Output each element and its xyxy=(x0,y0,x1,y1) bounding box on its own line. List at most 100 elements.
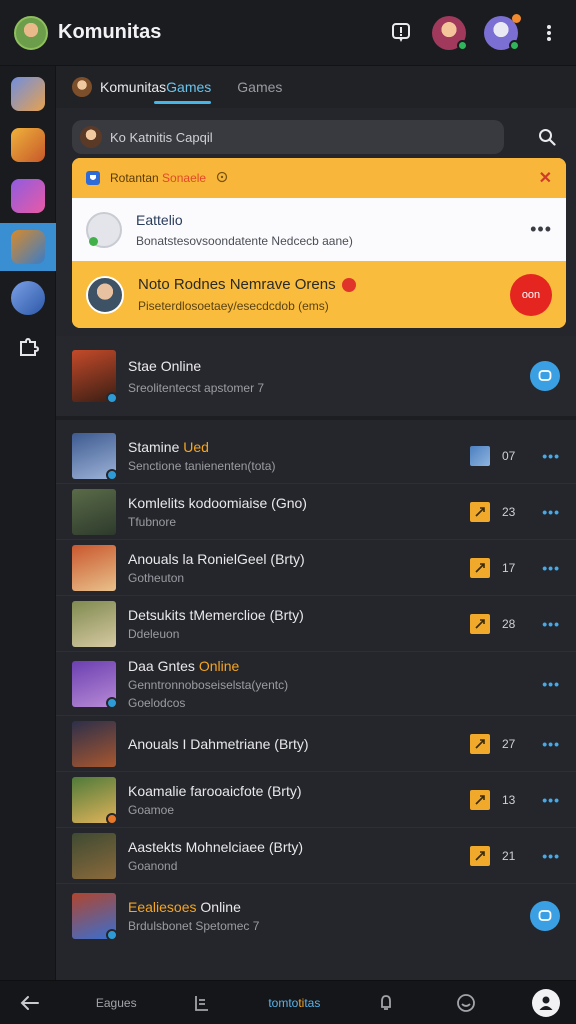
nav-item-komunitas[interactable]: tomto ti tas xyxy=(268,987,320,1019)
rail-item-game-2[interactable] xyxy=(0,121,56,169)
list-item-text: Aastekts Mohnelciaee (Brty) Goanond xyxy=(128,839,303,873)
star-icon xyxy=(470,501,490,522)
notification-icon[interactable] xyxy=(388,20,414,46)
top-bar: Komunitas xyxy=(0,0,576,66)
online-indicator xyxy=(509,39,520,51)
game-icon xyxy=(11,128,45,162)
game-mini-icon xyxy=(470,445,490,466)
list-item-title: Daa Gntes Online xyxy=(128,657,240,674)
game-thumbnail xyxy=(72,893,118,941)
list-item[interactable]: Eealiesoes Online Brdulsbonet Spetomec 7 xyxy=(56,884,576,948)
more-horizontal-icon[interactable]: ••• xyxy=(530,219,552,240)
notification-card: Rotantan Sonaele ✕ Eattelio Bonatstesovs… xyxy=(72,158,566,328)
list-item-actions: 07 ••• xyxy=(470,445,560,466)
online-indicator xyxy=(457,39,468,51)
nav-item-leagues[interactable]: Eagues xyxy=(96,987,137,1019)
top-bar-actions xyxy=(388,13,562,51)
list-item-actions xyxy=(530,901,560,931)
tab-games[interactable]: Games xyxy=(237,66,282,108)
rail-item-game-3[interactable] xyxy=(0,172,56,220)
list-item-actions: 17 ••• xyxy=(470,557,560,578)
arrow-left-icon[interactable] xyxy=(16,987,44,1019)
rail-item-game-5[interactable] xyxy=(0,274,56,322)
status-icon xyxy=(106,392,118,404)
rail-item-puzzle[interactable] xyxy=(0,325,56,373)
tab-komunitas[interactable]: KomunitasGames xyxy=(72,66,212,108)
app-avatar[interactable] xyxy=(14,15,48,50)
list-item-title: Anouals la RonielGeel (Brty) xyxy=(128,550,305,567)
notification-item-title: Eattelio xyxy=(136,211,183,228)
list-item-actions: 13 ••• xyxy=(470,789,560,810)
notification-item[interactable]: Eattelio Bonatstesovsoondatente Nedcecb … xyxy=(72,198,566,261)
status-icon xyxy=(106,929,118,941)
game-icon xyxy=(11,230,45,264)
close-icon[interactable]: ✕ xyxy=(539,168,552,188)
list-item-text: Anouals la RonielGeel (Brty) Gotheuton xyxy=(128,551,305,585)
featured-sub: Sreolitentecst apstomer 7 xyxy=(128,380,265,395)
rail-item-game-1[interactable] xyxy=(0,70,56,118)
app-root: Komunitas KomunitasGames Games Ko Katnit… xyxy=(0,0,576,1024)
star-icon xyxy=(470,557,490,578)
more-horizontal-icon[interactable]: ••• xyxy=(536,736,560,752)
main-panel: KomunitasGames Games Ko Katnitis Capqil … xyxy=(56,66,576,980)
list-item-sub: Tfubnore xyxy=(128,514,177,529)
chat-icon[interactable] xyxy=(530,361,560,391)
rail-item-game-4[interactable] xyxy=(0,223,56,271)
list-item-sub: Brdulsbonet Spetomec 7 xyxy=(128,919,260,933)
game-thumbnail xyxy=(72,660,118,709)
more-horizontal-icon[interactable]: ••• xyxy=(536,560,560,576)
search-icon[interactable] xyxy=(534,124,560,150)
list-item[interactable]: Aastekts Mohnelciaee (Brty) Goanond 21 ••• xyxy=(56,828,576,884)
list-item-sub: Ddeleuon xyxy=(128,626,180,641)
puzzle-icon xyxy=(17,336,40,363)
list-icon[interactable] xyxy=(188,987,216,1019)
game-thumbnail xyxy=(72,432,118,481)
list-item[interactable]: Daa Gntes Online Genntronnoboseiselsta(ye… xyxy=(56,652,576,716)
list-item[interactable]: Koamalie farooaicfote (Brty) Goamoe 13 ••• xyxy=(56,772,576,828)
star-icon xyxy=(470,733,490,754)
app-title: Komunitas xyxy=(58,21,162,43)
list-item-sub: Goelodcos xyxy=(128,695,186,710)
game-icon xyxy=(11,281,45,315)
member-count: 21 xyxy=(502,848,516,863)
user-avatar-1[interactable] xyxy=(432,15,468,51)
list-item[interactable]: Stamine Ued Senctione tanienenten(tota) 07… xyxy=(56,428,576,484)
search-input[interactable]: Ko Katnitis Capqil xyxy=(72,120,504,154)
more-horizontal-icon[interactable]: ••• xyxy=(536,616,560,632)
more-vertical-icon[interactable] xyxy=(536,20,562,46)
bell-icon[interactable] xyxy=(372,987,400,1019)
notification-item-text: Noto Rodnes Nemrave Orens Piseterdlosoet… xyxy=(138,276,356,313)
timer-icon xyxy=(216,171,228,186)
game-thumbnail xyxy=(72,720,116,767)
more-horizontal-icon[interactable]: ••• xyxy=(536,448,560,464)
more-horizontal-icon[interactable]: ••• xyxy=(536,504,560,520)
more-horizontal-icon[interactable]: ••• xyxy=(536,676,560,692)
list-item[interactable]: Detsukits tMemerclioe (Brty) Ddeleuon 28 ••… xyxy=(56,596,576,652)
tab-label: Games xyxy=(237,79,283,95)
chat-icon[interactable] xyxy=(530,901,560,931)
list-item-sub: Senctione tanienenten(tota) xyxy=(128,458,276,473)
list-item[interactable]: Anouals I Dahmetriane (Brty) 27 ••• xyxy=(56,716,576,772)
list-item-actions: 28 ••• xyxy=(470,613,560,634)
user-avatar-2[interactable] xyxy=(484,13,521,51)
list-item[interactable]: Anouals la RonielGeel (Brty) Gotheuton 17 •… xyxy=(56,540,576,596)
left-rail xyxy=(0,66,56,980)
smile-icon[interactable] xyxy=(452,987,480,1019)
list-item-text: Stamine Ued Senctione tanienenten(tota) xyxy=(128,439,275,473)
star-icon xyxy=(470,845,490,866)
tab-bar: KomunitasGames Games xyxy=(56,66,576,108)
notification-item-highlight[interactable]: Noto Rodnes Nemrave Orens Piseterdlosoet… xyxy=(72,261,566,328)
more-horizontal-icon[interactable]: ••• xyxy=(536,848,560,864)
member-count: 13 xyxy=(502,792,516,807)
more-horizontal-icon[interactable]: ••• xyxy=(536,792,560,808)
notification-action-button[interactable]: oon xyxy=(510,273,552,316)
featured-row[interactable]: Stae Online Sreolitentecst apstomer 7 xyxy=(56,336,576,420)
profile-icon[interactable] xyxy=(531,988,560,1017)
list-item-text: Koamalie farooaicfote (Brty) Goamoe xyxy=(128,783,302,817)
game-thumbnail xyxy=(72,832,116,879)
list-item[interactable]: Komlelits kodoomiaise (Gno) Tfubnore 23 ••• xyxy=(56,484,576,540)
list-item-actions: 23 ••• xyxy=(470,501,560,522)
heart-icon xyxy=(341,277,356,292)
list-item-title: Aastekts Mohnelciaee (Brty) xyxy=(128,838,304,855)
game-icon xyxy=(11,179,45,213)
